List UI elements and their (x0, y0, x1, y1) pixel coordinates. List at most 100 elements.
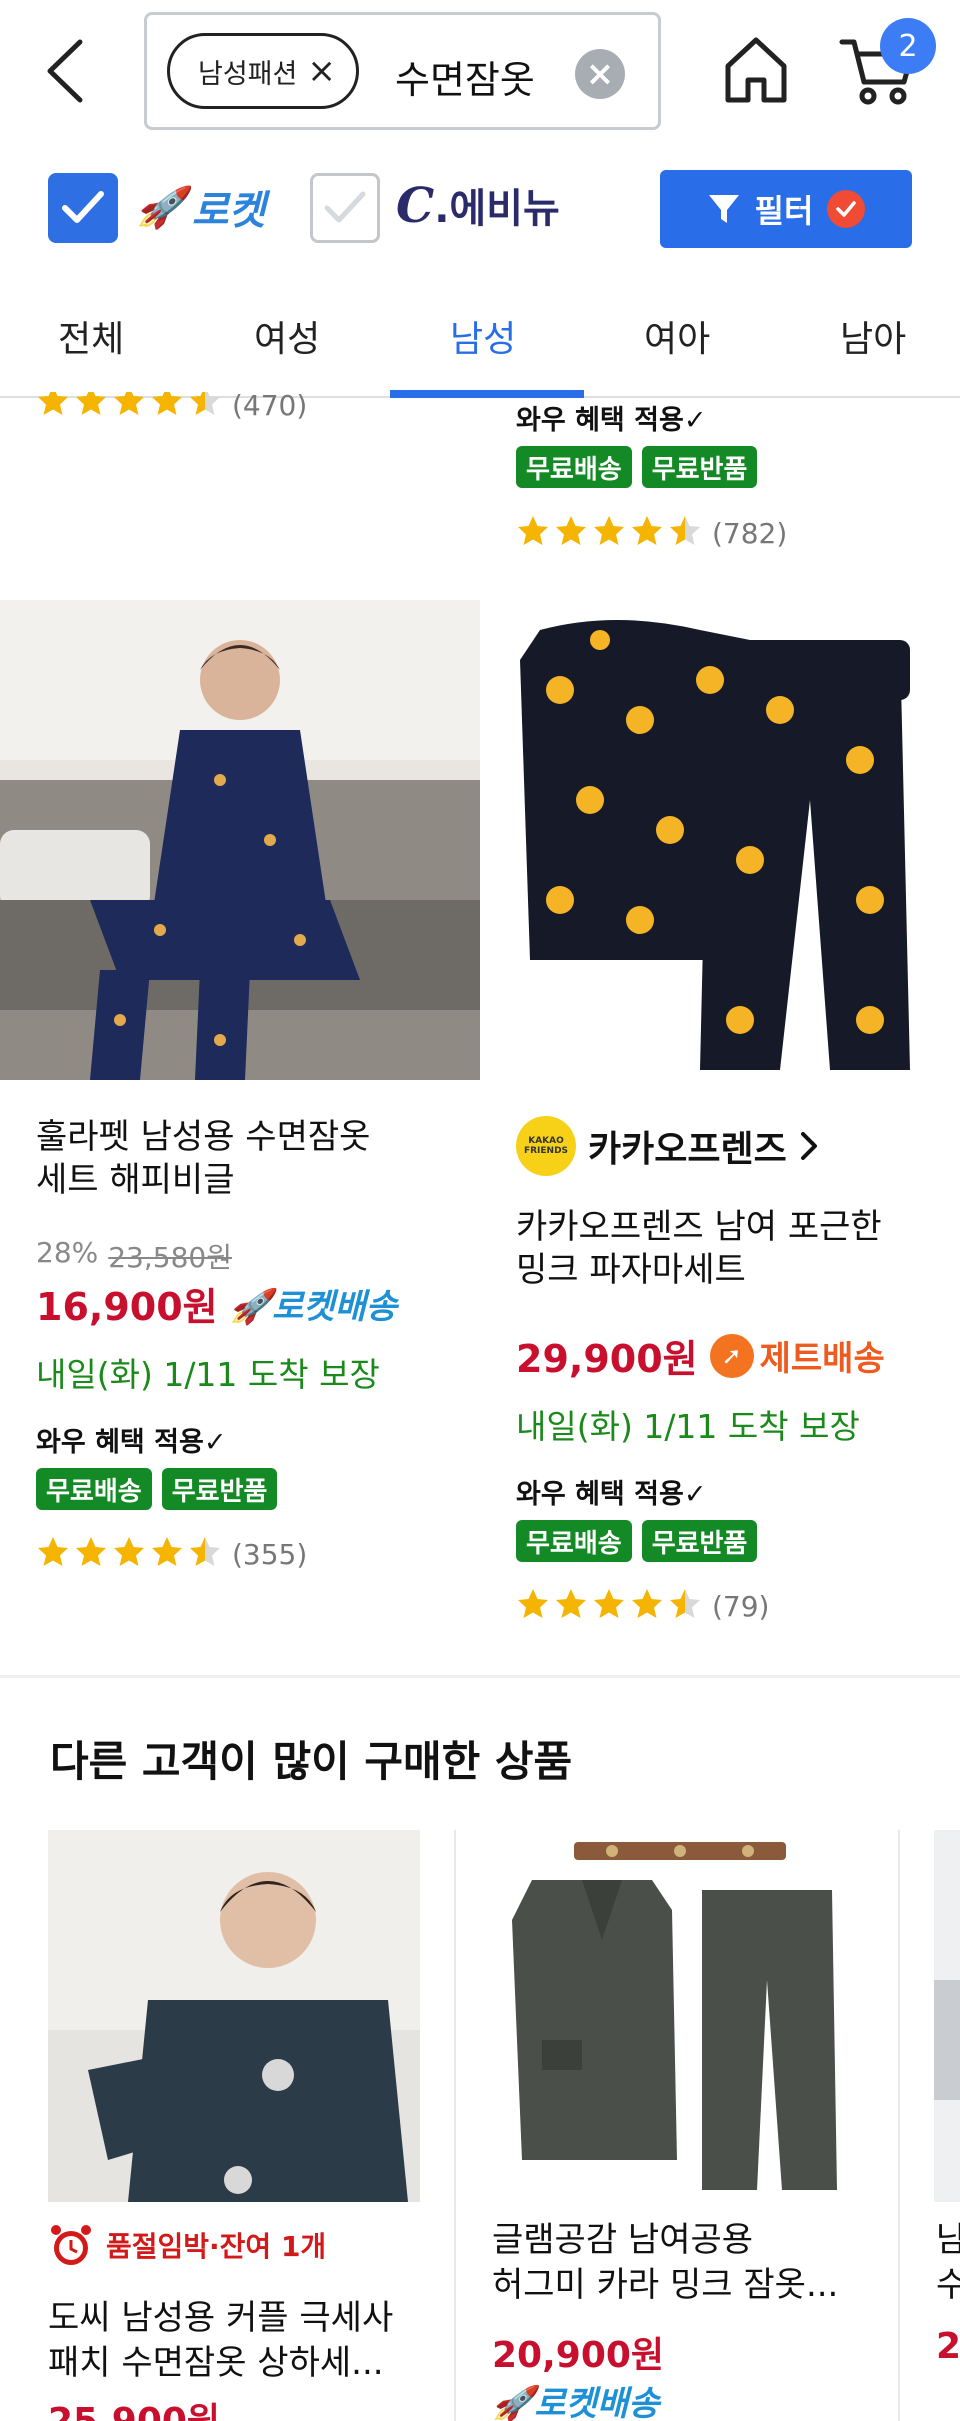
rocket-shipping-label: 🚀로켓배송 (492, 2376, 659, 2421)
product-image[interactable] (500, 600, 930, 1080)
star-icon (668, 514, 702, 552)
active-tab-indicator (390, 390, 584, 398)
check-icon (827, 190, 866, 228)
price-row: 29,900원 ➚ 제트배송 (516, 1328, 885, 1383)
sale-price: 29,900원 (516, 1337, 698, 1381)
funnel-icon (708, 195, 739, 223)
star-icon (592, 1587, 626, 1625)
star-icon (554, 514, 588, 552)
sale-price: 16,900원 (36, 1285, 218, 1329)
arrival-guarantee: 내일(화) 1/11 도착 보장 (36, 1355, 380, 1394)
tab-boys[interactable]: 남아 (840, 310, 906, 362)
star-icon (150, 1535, 184, 1573)
rating-row: (79) (516, 1587, 769, 1625)
category-tabs: 전체 여성 남성 여아 남아 (0, 290, 960, 398)
brand-logo: KAKAO FRIENDS (516, 1116, 576, 1176)
star-rating (516, 514, 702, 552)
home-icon[interactable] (718, 32, 794, 108)
rocket-icon: 🚀 (492, 2384, 535, 2421)
star-icon (630, 514, 664, 552)
search-input[interactable]: 수면잠옷 (395, 49, 535, 104)
review-count: (355) (232, 1537, 308, 1571)
product-title[interactable]: 도씨 남성용 커플 극세사 패치 수면잠옷 상하세... (48, 2296, 393, 2386)
free-return-tag: 무료반품 (641, 446, 758, 488)
star-icon (36, 1535, 70, 1573)
arrival-guarantee: 내일(화) 1/11 도착 보장 (516, 1407, 860, 1446)
star-icon (74, 1535, 108, 1573)
rocket-checkbox[interactable] (48, 173, 118, 243)
jet-shipping-label: ➚ 제트배송 (709, 1331, 885, 1380)
tab-men[interactable]: 남성 (450, 310, 516, 362)
section-title: 다른 고객이 많이 구매한 상품 (50, 1737, 573, 1786)
review-count: (79) (712, 1589, 770, 1623)
product-title[interactable]: 훌라펫 남성용 수면잠옷 세트 해피비글 (36, 1116, 370, 1202)
price-row: 16,900원 🚀로켓배송 (36, 1276, 397, 1331)
section-divider (0, 1675, 960, 1678)
free-shipping-tag: 무료배송 (36, 1468, 152, 1510)
free-shipping-tag: 무료배송 (516, 1520, 632, 1562)
star-icon (516, 514, 550, 552)
sale-price: 2 (936, 2326, 960, 2367)
tab-girls[interactable]: 여아 (644, 310, 710, 362)
discount-rate: 28% (36, 1236, 99, 1269)
free-return-tag: 무료반품 (161, 1468, 278, 1510)
star-icon (630, 1587, 664, 1625)
product-image[interactable] (492, 1830, 864, 2202)
clear-icon[interactable]: × (575, 49, 625, 99)
star-icon (150, 392, 184, 422)
brand-name: 카카오프렌즈 (588, 1129, 787, 1170)
filter-button[interactable]: 필터 (660, 170, 912, 248)
page: 남성패션 × 수면잠옷 × 2 🚀 로켓 C. 에비뉴 필터 전체 여성 남성 여… (0, 0, 960, 2421)
tag-row: 무료배송 무료반품 (516, 446, 758, 488)
star-rating (516, 1587, 702, 1625)
wow-benefit-label: 와우 혜택 적용✓ (516, 1479, 707, 1510)
free-shipping-tag: 무료배송 (516, 446, 632, 488)
star-icon (516, 1587, 550, 1625)
product-image[interactable] (48, 1830, 420, 2202)
chevron-right-icon (800, 1132, 817, 1160)
tag-row: 무료배송 무료반품 (516, 1520, 758, 1562)
evinyu-filter-label[interactable]: C. 에비뉴 (396, 176, 560, 234)
wow-benefit-label: 와우 혜택 적용✓ (36, 1427, 227, 1458)
evinyu-checkbox[interactable] (310, 173, 380, 243)
product-image[interactable] (934, 1830, 960, 2202)
product-title[interactable]: 글램공감 남여공용 허그미 카라 밍크 잠옷... (492, 2218, 838, 2308)
star-icon (592, 514, 626, 552)
star-icon (74, 392, 108, 422)
wow-benefit-label: 와우 혜택 적용✓ (516, 405, 707, 436)
rocket-icon: 🚀 (136, 184, 186, 231)
card-separator (454, 1830, 456, 2421)
back-icon[interactable] (40, 36, 100, 106)
tag-row: 무료배송 무료반품 (36, 1468, 278, 1510)
product-title[interactable]: 카카오프렌즈 남여 포근한 밍크 파자마세트 (516, 1206, 882, 1292)
search-chip[interactable]: 남성패션 × (167, 33, 359, 109)
rocket-filter-label[interactable]: 🚀 로켓 (136, 178, 265, 236)
brand-link[interactable]: KAKAO FRIENDS 카카오프렌즈 (516, 1116, 819, 1176)
original-price: 23,580원 (108, 1241, 232, 1274)
star-icon (554, 1587, 588, 1625)
soldout-badge: 품절임박·잔여 1개 (106, 2230, 327, 2263)
stock-alert: 품절임박·잔여 1개 (48, 2222, 326, 2268)
search-box[interactable]: 남성패션 × 수면잠옷 × (144, 12, 661, 130)
partial-rating-left: (470) (36, 392, 307, 422)
star-icon (36, 392, 70, 422)
tab-all[interactable]: 전체 (58, 310, 124, 362)
star-rating (36, 1535, 222, 1573)
star-icon (668, 1587, 702, 1625)
star-icon (188, 392, 222, 422)
tab-women[interactable]: 여성 (254, 310, 320, 362)
price-original-row: 28% 23,580원 (36, 1236, 232, 1276)
star-icon (188, 1535, 222, 1573)
product-image[interactable] (0, 600, 480, 1080)
free-return-tag: 무료반품 (641, 1520, 758, 1562)
rating-row: (355) (36, 1535, 307, 1573)
rocket-icon: 🚀 (229, 1287, 272, 1327)
star-icon (112, 1535, 146, 1573)
close-icon[interactable]: × (307, 54, 336, 88)
sale-price: 25,900원 (48, 2392, 220, 2421)
rocket-shipping-label: 🚀로켓배송 (229, 1287, 398, 1327)
product-title[interactable]: 남 수 (936, 2218, 960, 2308)
star-rating (36, 392, 222, 422)
cart-count-badge: 2 (880, 18, 936, 74)
star-icon (112, 392, 146, 422)
